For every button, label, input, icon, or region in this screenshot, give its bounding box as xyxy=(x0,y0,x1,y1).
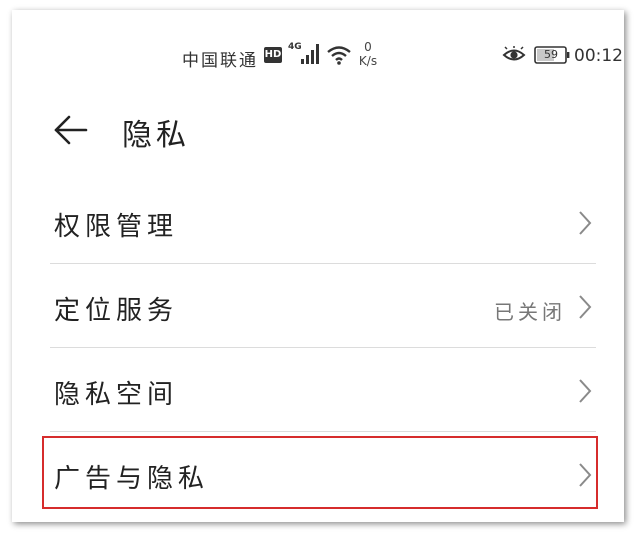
eye-comfort-icon xyxy=(502,46,526,61)
hd-icon: HD xyxy=(264,47,282,63)
carrier-name: 中国联通 xyxy=(182,51,258,71)
chevron-right-icon xyxy=(579,295,592,319)
battery-level: 59 xyxy=(544,48,558,61)
wifi-icon xyxy=(327,46,351,65)
menu-item-location-service[interactable]: 定位服务 已关闭 xyxy=(50,264,596,348)
menu-item-label: 定位服务 xyxy=(54,296,179,326)
phone-screen: 中国联通 HD 4G 0 K/s 59 00:12 隐私 权限管理 定位服务 已… xyxy=(12,10,624,522)
status-bar: 中国联通 HD 4G 0 K/s 59 00:12 xyxy=(12,10,624,90)
network-speed: 0 K/s xyxy=(354,40,382,68)
menu-item-permission-management[interactable]: 权限管理 xyxy=(50,180,596,264)
location-status-value: 已关闭 xyxy=(494,300,566,324)
chevron-right-icon xyxy=(579,379,592,403)
menu-item-label: 权限管理 xyxy=(54,212,179,242)
network-type-label: 4G xyxy=(288,42,302,52)
highlight-box xyxy=(42,436,598,509)
network-speed-unit: K/s xyxy=(358,54,378,68)
status-time: 00:12 xyxy=(574,46,623,66)
signal-icon: 4G xyxy=(288,42,319,64)
page-title: 隐私 xyxy=(122,118,190,153)
chevron-right-icon xyxy=(579,211,592,235)
network-speed-value: 0 xyxy=(364,40,372,54)
back-arrow-icon[interactable] xyxy=(52,112,88,148)
menu-item-label: 隐私空间 xyxy=(54,380,179,410)
menu-item-private-space[interactable]: 隐私空间 xyxy=(50,348,596,432)
